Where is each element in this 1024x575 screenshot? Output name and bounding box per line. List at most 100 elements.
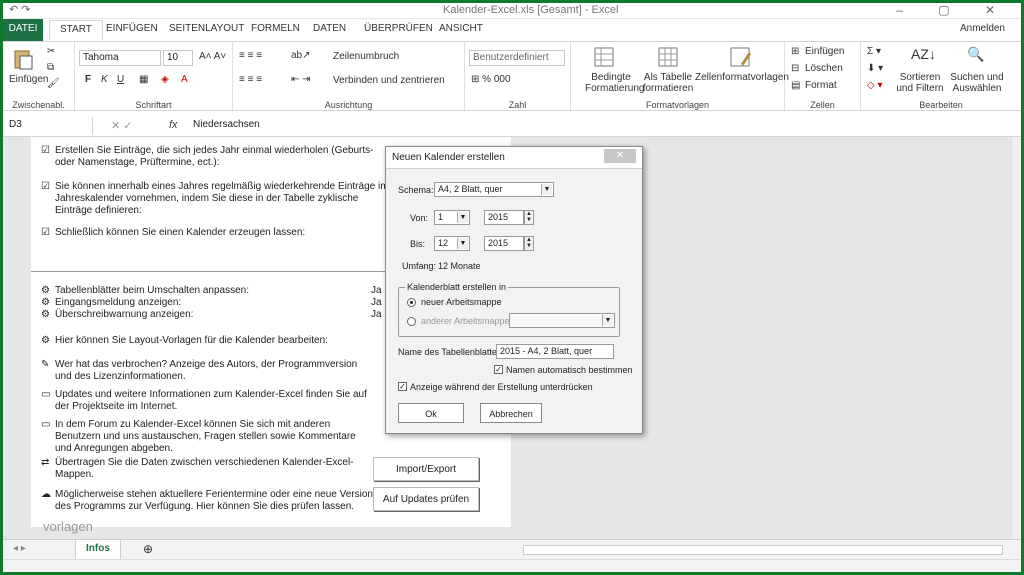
formula-bar: D3 ✕ ✓ fx Niedersachsen: [3, 115, 1021, 137]
vertical-scrollbar[interactable]: [1011, 137, 1021, 539]
monitor-icon: ▭: [41, 419, 51, 430]
group-label-editing: Bearbeiten: [919, 100, 963, 110]
copy-icon[interactable]: ⧉: [47, 62, 54, 73]
border-icon[interactable]: ▦: [139, 74, 148, 85]
close-icon[interactable]: ✕: [604, 149, 636, 163]
tab-page-layout[interactable]: SEITENLAYOUT: [169, 23, 244, 34]
sheet-name-label: Name des Tabellenblattes:: [398, 347, 504, 357]
format-table-icon[interactable]: [657, 46, 681, 68]
list-item: ▭ In dem Forum zu Kalender-Excel können S…: [41, 419, 356, 454]
suppress-display-checkbox[interactable]: ✓: [398, 382, 407, 391]
import-export-button[interactable]: Import/Export: [373, 457, 479, 481]
align-left-icons[interactable]: ≡ ≡ ≡: [239, 74, 262, 85]
groupbox-label: Kalenderblatt erstellen in: [405, 282, 509, 292]
schema-select[interactable]: A4, 2 Blatt, quer ▼: [434, 182, 554, 197]
formula-controls[interactable]: ✕ ✓: [111, 119, 133, 132]
clear-icon[interactable]: ◇ ▾: [867, 80, 883, 91]
tab-start[interactable]: START: [49, 20, 103, 40]
setting-value[interactable]: Ja: [371, 297, 382, 308]
checkbox-icon: ☑: [41, 145, 50, 156]
to-year-input[interactable]: 2015: [484, 236, 524, 251]
insert-cells-button[interactable]: Einfügen: [805, 46, 844, 57]
paste-icon[interactable]: [11, 48, 35, 70]
group-alignment: ≡ ≡ ≡ ≡ ≡ ≡ ab↗ ⇤ ⇥ Zeilenumbruch Verbin…: [233, 42, 465, 112]
tab-formulas[interactable]: FORMELN: [251, 23, 300, 34]
excel-window: ↶ ↷ Kalender-Excel.xls [Gesamt] - Excel …: [3, 3, 1021, 572]
underline-button[interactable]: U: [117, 74, 124, 85]
window-controls[interactable]: – ▢ ✕: [896, 3, 1011, 17]
ok-button[interactable]: Ok: [398, 403, 464, 423]
paste-button[interactable]: Einfügen: [9, 74, 48, 85]
group-label-styles: Formatvorlagen: [645, 100, 710, 110]
signin-link[interactable]: Anmelden: [960, 23, 1005, 34]
fill-color-icon[interactable]: ◈: [161, 74, 169, 85]
conditional-format-icon[interactable]: [593, 46, 617, 68]
format-painter-icon[interactable]: 🖌: [47, 78, 60, 89]
formula-input[interactable]: Niedersachsen: [193, 119, 260, 130]
conditional-format-button[interactable]: Bedingte Formatierung: [585, 72, 644, 94]
sheet-tab-bar: ◂ ▸ Infos ⊕: [3, 539, 1021, 560]
sort-filter-icon[interactable]: AZ↓: [911, 46, 936, 62]
add-sheet-icon[interactable]: ⊕: [143, 542, 153, 556]
tab-data[interactable]: DATEN: [313, 23, 346, 34]
sort-filter-button[interactable]: Sortieren und Filtern: [891, 72, 949, 94]
delete-cells-button[interactable]: Löschen: [805, 63, 843, 74]
sheet-tab-infos[interactable]: Infos: [75, 540, 121, 560]
horizontal-scrollbar[interactable]: [523, 545, 1003, 555]
align-top-icons[interactable]: ≡ ≡ ≡: [239, 50, 262, 61]
tab-insert[interactable]: EINFÜGEN: [106, 23, 158, 34]
fill-icon[interactable]: ⬇ ▾: [867, 63, 883, 74]
title-bar: ↶ ↷ Kalender-Excel.xls [Gesamt] - Excel …: [3, 3, 1021, 19]
status-bar: [3, 559, 1021, 572]
cell-styles-button[interactable]: Zellenformatvorlagen: [695, 72, 789, 83]
tab-review[interactable]: ÜBERPRÜFEN: [364, 23, 433, 34]
cut-icon[interactable]: ✂: [47, 46, 55, 57]
setting-value[interactable]: Ja: [371, 285, 382, 296]
other-workbook-select[interactable]: ▼: [509, 313, 615, 328]
number-format-icons[interactable]: ⊞ % 000: [471, 74, 511, 85]
range-value: 12 Monate: [438, 261, 481, 271]
to-year-spinner[interactable]: ▲ ▼: [524, 236, 534, 251]
font-color-icon[interactable]: A: [181, 74, 188, 85]
sheet-name-input[interactable]: 2015 - A4, 2 Blatt, quer: [496, 344, 614, 359]
ribbon: Einfügen ✂ ⧉ 🖌 Zwischenabl. Tahoma 10 A˄…: [3, 41, 1021, 112]
tab-file[interactable]: DATEI: [3, 19, 43, 41]
indent-icons[interactable]: ⇤ ⇥: [291, 74, 311, 85]
tab-view[interactable]: ANSICHT: [439, 23, 483, 34]
group-cells: ⊞ Einfügen ⊟ Löschen ▤ Format Zellen: [785, 42, 861, 112]
wrap-text-button[interactable]: Zeilenumbruch: [333, 51, 399, 62]
list-item: ☁ Möglicherweise stehen aktuellere Ferien…: [41, 489, 373, 512]
format-cells-button[interactable]: Format: [805, 80, 837, 91]
bold-button[interactable]: F: [85, 74, 91, 85]
autosum-icon[interactable]: Σ ▾: [867, 46, 881, 57]
from-month-select[interactable]: 1 ▼: [434, 210, 470, 225]
format-as-table-button[interactable]: Als Tabelle formatieren: [639, 72, 697, 94]
quick-access-toolbar[interactable]: ↶ ↷: [9, 3, 31, 16]
name-box[interactable]: D3: [3, 117, 93, 135]
check-updates-button[interactable]: Auf Updates prüfen: [373, 487, 479, 511]
italic-button[interactable]: K: [101, 74, 108, 85]
cancel-button[interactable]: Abbrechen: [480, 403, 542, 423]
sheet-nav-icons[interactable]: ◂ ▸: [13, 543, 26, 554]
list-item: ⚙ Überschreibwarnung anzeigen:: [41, 309, 194, 320]
from-year-spinner[interactable]: ▲ ▼: [524, 210, 534, 225]
find-select-button[interactable]: Suchen und Auswählen: [947, 72, 1007, 94]
gear-icon: ⚙: [41, 335, 50, 346]
radio-new-workbook[interactable]: [407, 298, 416, 307]
font-name-select[interactable]: Tahoma: [79, 50, 161, 66]
find-icon[interactable]: 🔍: [967, 46, 984, 63]
number-format-select[interactable]: Benutzerdefiniert: [469, 50, 565, 66]
setting-value[interactable]: Ja: [371, 309, 382, 320]
orientation-icon[interactable]: ab↗: [291, 50, 311, 61]
radio-other-workbook[interactable]: [407, 317, 416, 326]
fx-icon[interactable]: fx: [169, 119, 178, 131]
from-year-input[interactable]: 2015: [484, 210, 524, 225]
font-size-select[interactable]: 10: [163, 50, 193, 66]
auto-name-checkbox[interactable]: ✓: [494, 365, 503, 374]
chevron-down-icon: ▼: [457, 238, 468, 249]
grow-font-icon[interactable]: A˄ A˅: [199, 51, 226, 62]
to-month-select[interactable]: 12 ▼: [434, 236, 470, 251]
insert-cells-icon: ⊞: [791, 46, 800, 57]
cell-styles-icon[interactable]: [729, 46, 753, 68]
merge-center-button[interactable]: Verbinden und zentrieren: [333, 75, 445, 86]
